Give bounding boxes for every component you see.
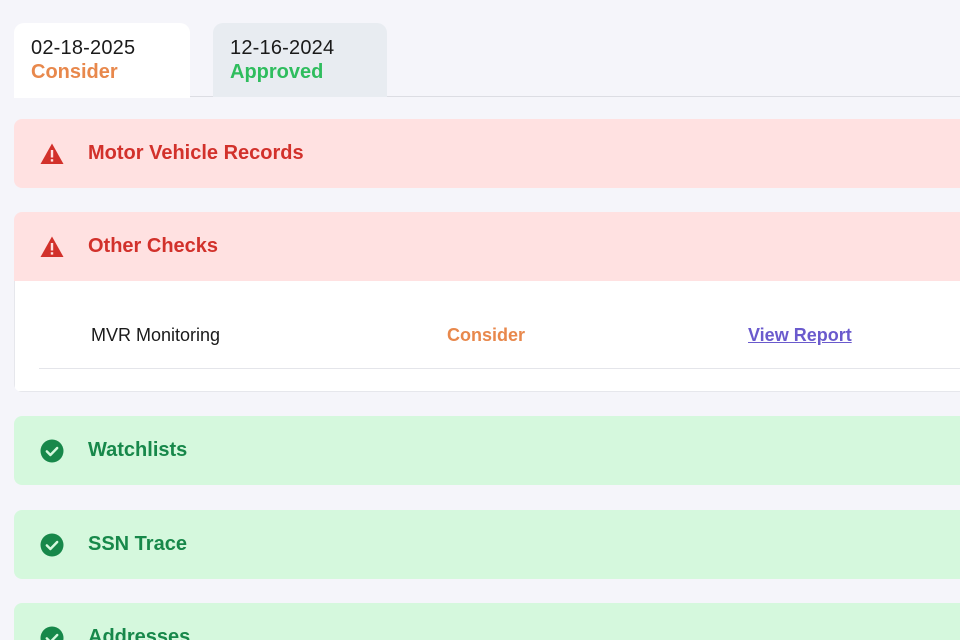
check-status: Consider [447,325,526,345]
section-body-other-checks: MVR Monitoring Consider View Report [14,281,960,392]
section-header-other-checks[interactable]: Other Checks [14,212,960,281]
section-addresses: Addresses [14,603,960,640]
table-row: MVR Monitoring Consider View Report [39,281,960,369]
report-tabs: 02-18-2025 Consider 12-16-2024 Approved [14,0,960,98]
warning-icon [40,143,64,164]
tab-report-previous[interactable]: 12-16-2024 Approved [213,23,387,97]
section-other-checks: Other Checks MVR Monitoring Consider Vie… [14,212,960,392]
view-report-link[interactable]: View Report [748,325,852,346]
section-header-watchlists[interactable]: Watchlists [14,416,960,485]
tab-report-current[interactable]: 02-18-2025 Consider [14,23,190,98]
check-name: MVR Monitoring [91,325,221,345]
check-circle-icon [40,439,64,462]
section-title: Watchlists [88,439,188,461]
section-header-motor-vehicle-records[interactable]: Motor Vehicle Records [14,119,960,188]
check-circle-icon [40,626,64,640]
section-header-ssn-trace[interactable]: SSN Trace [14,510,960,579]
section-title: Other Checks [88,235,219,257]
warning-icon [40,236,64,257]
tab-date: 02-18-2025 [31,37,136,59]
tab-status: Approved [230,61,324,83]
tab-status: Consider [31,61,118,83]
section-title: Addresses [88,626,191,640]
tab-date: 12-16-2024 [230,37,335,59]
section-title: Motor Vehicle Records [88,142,304,164]
section-title: SSN Trace [88,533,187,555]
section-watchlists: Watchlists [14,416,960,485]
section-motor-vehicle-records: Motor Vehicle Records [14,119,960,188]
report-page: 02-18-2025 Consider 12-16-2024 Approved … [0,0,960,640]
check-circle-icon [40,533,64,556]
section-ssn-trace: SSN Trace [14,510,960,579]
section-header-addresses[interactable]: Addresses [14,603,960,640]
